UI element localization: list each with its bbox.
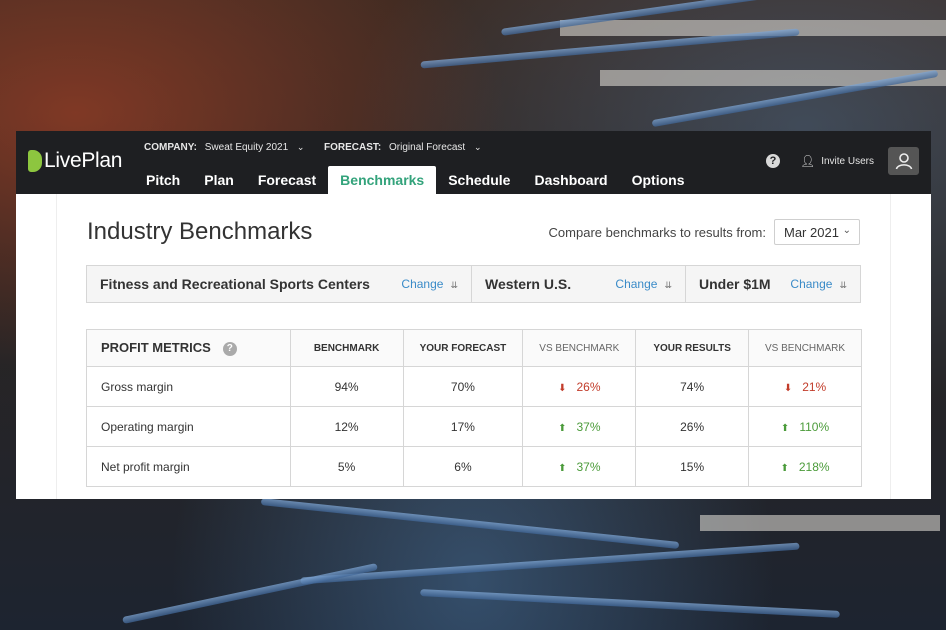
arrow-down-icon: ⬇︎ bbox=[783, 382, 793, 394]
benchmark-filters: Fitness and Recreational Sports Centers … bbox=[86, 265, 861, 303]
revenue-value: Under $1M bbox=[699, 276, 771, 292]
benchmarks-page: Industry Benchmarks Compare benchmarks t… bbox=[56, 194, 891, 499]
change-region-button[interactable]: Change ⇊ bbox=[615, 277, 672, 291]
vs-benchmark-results: ⬇︎ 21% bbox=[748, 366, 862, 407]
page-title: Industry Benchmarks bbox=[87, 218, 313, 245]
column-header-benchmark: BENCHMARK bbox=[289, 329, 404, 367]
double-chevron-icon: ⇊ bbox=[664, 280, 672, 290]
forecast-selector[interactable]: FORECAST: Original Forecast ⌄ bbox=[324, 142, 481, 153]
metric-name: Gross margin bbox=[86, 366, 291, 407]
header-actions: ? 👤︎ Invite Users bbox=[765, 147, 919, 175]
change-label: Change bbox=[615, 277, 658, 291]
vs-value: 110% bbox=[799, 419, 830, 434]
industry-value: Fitness and Recreational Sports Centers … bbox=[100, 276, 370, 292]
industry-filter: Fitness and Recreational Sports Centers … bbox=[87, 266, 472, 302]
compare-label: Compare benchmarks to results from: bbox=[548, 224, 766, 240]
company-selector[interactable]: COMPANY: Sweat Equity 2021 ⌄ bbox=[144, 142, 304, 153]
revenue-filter: Under $1M Change ⇊ bbox=[686, 266, 860, 302]
nav-pitch[interactable]: Pitch bbox=[134, 166, 192, 194]
vs-value: 26% bbox=[576, 379, 601, 394]
table-row: Gross margin 94% 70% ⬇︎ 26% 74% ⬇︎ 21% bbox=[86, 366, 862, 407]
benchmark-value: 94% bbox=[289, 366, 404, 407]
column-header-vs-benchmark: VS BENCHMARK bbox=[522, 329, 637, 367]
cable bbox=[122, 563, 378, 624]
table-row: Operating margin 12% 17% ⬆︎ 37% 26% ⬆︎ 110… bbox=[86, 406, 862, 447]
logo-mark-icon bbox=[28, 150, 42, 172]
column-header-profit-metrics: PROFIT METRICS? bbox=[86, 329, 291, 367]
company-label: COMPANY: bbox=[144, 142, 197, 153]
help-icon[interactable]: ? bbox=[765, 154, 780, 168]
forecast-value: Original Forecast bbox=[389, 142, 466, 153]
results-value: 15% bbox=[635, 446, 750, 487]
chevron-down-icon: ⌄ bbox=[842, 225, 851, 236]
change-revenue-button[interactable]: Change ⇊ bbox=[790, 277, 847, 291]
column-header-vs-benchmark: VS BENCHMARK bbox=[748, 329, 862, 367]
vs-benchmark-forecast: ⬆︎ 37% bbox=[522, 446, 637, 487]
double-chevron-icon: ⇊ bbox=[839, 280, 847, 290]
patch-panel bbox=[700, 515, 940, 531]
change-industry-button[interactable]: Change ⇊ bbox=[401, 277, 458, 291]
double-chevron-icon: ⇊ bbox=[450, 280, 458, 290]
add-user-icon: 👤︎ bbox=[799, 154, 816, 168]
vs-value: 37% bbox=[576, 419, 601, 434]
vs-benchmark-results: ⬆︎ 218% bbox=[748, 446, 862, 487]
results-value: 26% bbox=[635, 406, 750, 447]
compare-period: Compare benchmarks to results from: Mar … bbox=[549, 219, 860, 245]
top-navigation-bar: LivePlan COMPANY: Sweat Equity 2021 ⌄ FO… bbox=[16, 131, 931, 194]
arrow-up-icon: ⬆︎ bbox=[558, 422, 567, 434]
main-nav: Pitch Plan Forecast Benchmarks Schedule … bbox=[134, 166, 696, 194]
user-avatar[interactable] bbox=[888, 147, 919, 175]
liveplan-logo[interactable]: LivePlan bbox=[28, 149, 122, 173]
profit-metrics-table: PROFIT METRICS? BENCHMARK YOUR FORECAST … bbox=[86, 329, 862, 487]
change-label: Change bbox=[401, 277, 444, 291]
metric-name: Operating margin bbox=[86, 406, 291, 447]
cable bbox=[420, 589, 840, 618]
user-icon bbox=[895, 153, 912, 170]
column-header-your-results: YOUR RESULTS bbox=[635, 329, 750, 367]
benchmark-value: 5% bbox=[289, 446, 404, 487]
region-filter: Western U.S. Change ⇊ bbox=[472, 266, 686, 302]
forecast-label: FORECAST: bbox=[324, 142, 382, 153]
help-icon[interactable]: ? bbox=[222, 341, 237, 356]
table-row: Net profit margin 5% 6% ⬆︎ 37% 15% ⬆︎ 218% bbox=[86, 446, 862, 487]
column-header-label: PROFIT METRICS bbox=[101, 340, 211, 356]
arrow-up-icon: ⬆︎ bbox=[780, 422, 790, 434]
benchmark-value: 12% bbox=[289, 406, 404, 447]
vs-benchmark-forecast: ⬇︎ 26% bbox=[522, 366, 637, 407]
arrow-down-icon: ⬇︎ bbox=[558, 382, 567, 394]
compare-period-select[interactable]: Mar 2021 ⌄ bbox=[774, 219, 860, 245]
invite-users-button[interactable]: 👤︎ Invite Users bbox=[800, 154, 874, 168]
forecast-value: 6% bbox=[402, 446, 524, 487]
nav-schedule[interactable]: Schedule bbox=[436, 166, 522, 194]
nav-plan[interactable]: Plan bbox=[192, 166, 246, 194]
compare-period-value: Mar 2021 bbox=[784, 224, 839, 240]
invite-users-label: Invite Users bbox=[821, 155, 874, 167]
arrow-up-icon: ⬆︎ bbox=[558, 462, 567, 474]
vs-value: 37% bbox=[576, 459, 601, 474]
vs-benchmark-results: ⬆︎ 110% bbox=[748, 406, 862, 447]
chevron-down-icon: ⌄ bbox=[296, 142, 305, 152]
forecast-value: 70% bbox=[402, 366, 524, 407]
column-header-your-forecast: YOUR FORECAST bbox=[402, 329, 524, 367]
liveplan-app-window: LivePlan COMPANY: Sweat Equity 2021 ⌄ FO… bbox=[16, 131, 931, 499]
table-header-row: PROFIT METRICS? BENCHMARK YOUR FORECAST … bbox=[86, 329, 862, 367]
cable bbox=[260, 498, 680, 549]
vs-benchmark-forecast: ⬆︎ 37% bbox=[522, 406, 637, 447]
nav-forecast[interactable]: Forecast bbox=[246, 166, 328, 194]
logo-text: LivePlan bbox=[44, 149, 123, 172]
vs-value: 218% bbox=[798, 459, 830, 474]
change-label: Change bbox=[790, 277, 833, 291]
nav-options[interactable]: Options bbox=[620, 166, 697, 194]
chevron-down-icon: ⌄ bbox=[473, 142, 482, 152]
forecast-value: 17% bbox=[402, 406, 524, 447]
region-value: Western U.S. bbox=[485, 276, 572, 292]
company-value: Sweat Equity 2021 bbox=[204, 142, 289, 153]
arrow-up-icon: ⬆︎ bbox=[780, 462, 789, 474]
nav-benchmarks[interactable]: Benchmarks bbox=[328, 166, 437, 194]
metric-name: Net profit margin bbox=[86, 446, 291, 487]
nav-dashboard[interactable]: Dashboard bbox=[522, 166, 619, 194]
results-value: 74% bbox=[635, 366, 750, 407]
vs-value: 21% bbox=[802, 379, 827, 394]
